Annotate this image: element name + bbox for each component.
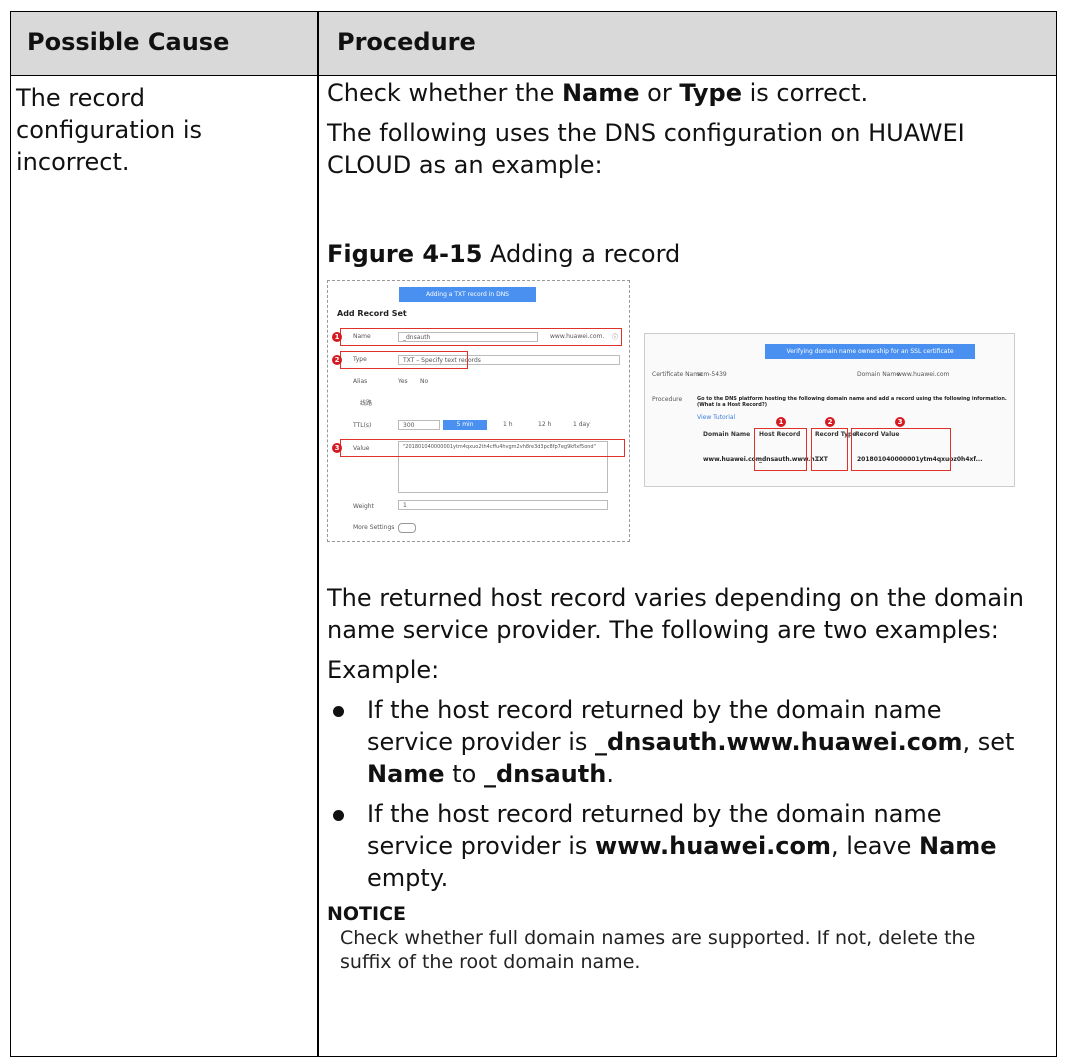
alias-no[interactable]: No — [420, 378, 428, 385]
col-domain: Domain Name — [703, 431, 751, 438]
table-header: Possible Cause Procedure — [11, 12, 1056, 76]
ssl-banner: Verifying domain name ownership for an S… — [765, 344, 975, 359]
highlight-name — [340, 328, 622, 346]
line-label: 线路 — [360, 400, 373, 407]
weight-label: Weight — [353, 503, 374, 510]
highlight-value — [851, 428, 951, 471]
list-item: If the host record returned by the domai… — [327, 694, 1027, 790]
bullet-icon — [333, 810, 344, 821]
highlight-type — [340, 351, 468, 369]
highlight-type — [811, 428, 848, 471]
ttl-label: TTL(s) — [353, 422, 372, 429]
procedure-text: Go to the DNS platform hosting the follo… — [697, 396, 1007, 408]
add-record-screenshot: Adding a TXT record in DNS Add Record Se… — [327, 280, 630, 542]
varies-paragraph: The returned host record varies dependin… — [327, 584, 1024, 644]
bullet-icon — [333, 706, 344, 717]
ttl-5min[interactable]: 5 min — [443, 420, 487, 430]
header-possible-cause: Possible Cause — [27, 28, 230, 56]
marker-3: 3 — [895, 417, 905, 427]
figure-title: Figure 4-15 Adding a record — [327, 240, 680, 268]
type-term: Type — [679, 79, 742, 107]
marker-1: 1 — [776, 417, 786, 427]
ttl-1h[interactable]: 1 h — [503, 421, 513, 428]
ttl-1day[interactable]: 1 day — [573, 421, 590, 428]
notice-title: NOTICE — [327, 903, 407, 925]
cause-text: The record configuration is incorrect. — [16, 84, 202, 176]
highlight-value — [340, 439, 625, 457]
check-paragraph: Check whether the Name or Type is correc… — [327, 79, 869, 107]
alias-yes[interactable]: Yes — [398, 378, 408, 385]
example-label: Example: — [327, 656, 440, 684]
host-record-explanation: The returned host record varies dependin… — [327, 582, 1027, 974]
marker-2: 2 — [332, 355, 342, 365]
ttl-input[interactable]: 300 — [398, 420, 440, 430]
domain-value: www.huawei.com — [897, 371, 950, 378]
alias-label: Alias — [353, 378, 368, 385]
name-term: Name — [561, 79, 640, 107]
highlight-host — [754, 428, 807, 471]
list-item: If the host record returned by the domai… — [327, 798, 1027, 894]
txt-record-banner: Adding a TXT record in DNS — [399, 287, 536, 302]
figure-caption: Adding a record — [482, 240, 681, 268]
add-record-set-title: Add Record Set — [337, 309, 407, 318]
domain-label: Domain Name — [857, 371, 900, 378]
view-tutorial-link[interactable]: View Tutorial — [697, 414, 735, 421]
cert-label: Certificate Name — [652, 371, 703, 378]
marker-2: 2 — [825, 417, 835, 427]
more-settings-label: More Settings — [353, 524, 395, 531]
header-procedure: Procedure — [337, 28, 476, 56]
example-paragraph: The following uses the DNS configuration… — [327, 119, 965, 179]
notice-body: Check whether full domain names are supp… — [340, 927, 976, 973]
ssl-verification-screenshot: Verifying domain name ownership for an S… — [644, 333, 1015, 487]
procedure-label: Procedure — [652, 396, 683, 403]
marker-3: 3 — [332, 443, 342, 453]
column-divider — [317, 12, 319, 1056]
marker-1: 1 — [332, 332, 342, 342]
weight-input[interactable]: 1 — [398, 500, 608, 510]
more-settings-toggle[interactable] — [398, 523, 416, 533]
cert-value: scm-5439 — [697, 371, 727, 378]
procedure-intro: Check whether the Name or Type is correc… — [327, 77, 1027, 189]
ttl-12h[interactable]: 12 h — [538, 421, 551, 428]
figure-label: Figure 4-15 — [327, 240, 483, 268]
